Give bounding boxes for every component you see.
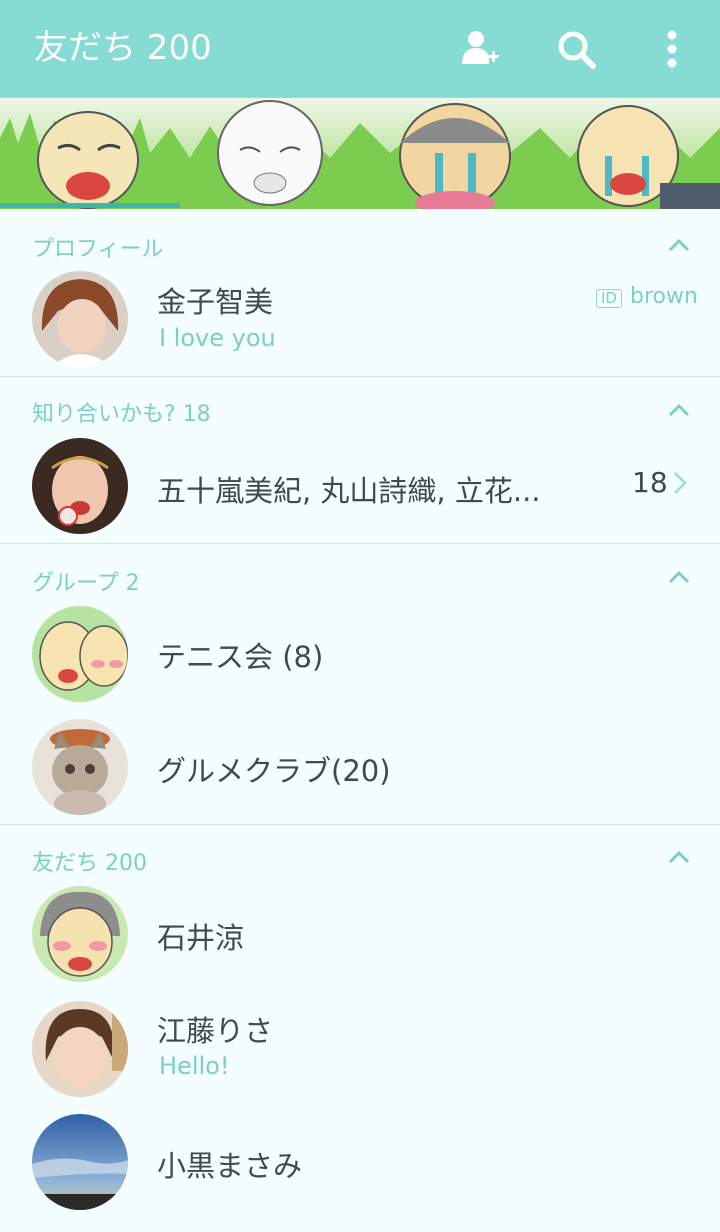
id-badge: ID	[596, 289, 622, 308]
avatar[interactable]	[32, 1001, 128, 1097]
suggested-friends-names[interactable]: 五十嵐美紀, 丸山詩織, 立花...	[157, 468, 541, 510]
avatar[interactable]	[32, 1114, 128, 1210]
suggestion-count: 18	[632, 466, 668, 499]
friend-name[interactable]: 小黒まさみ	[157, 1143, 302, 1185]
section-label-groups: グループ 2	[32, 571, 140, 596]
friend-status: Hello!	[159, 1052, 230, 1080]
divider	[0, 376, 720, 377]
more-vert-icon[interactable]	[650, 28, 694, 72]
divider	[0, 824, 720, 825]
chevron-up-icon[interactable]	[666, 568, 692, 586]
divider	[0, 543, 720, 544]
avatar[interactable]	[32, 886, 128, 982]
friend-name[interactable]: 石井涼	[157, 915, 244, 957]
avatar[interactable]	[32, 719, 128, 815]
section-label-profile: プロフィール	[32, 237, 164, 262]
add-friend-icon[interactable]	[458, 28, 502, 72]
search-icon[interactable]	[555, 28, 599, 72]
chevron-up-icon[interactable]	[666, 401, 692, 419]
group-name[interactable]: グルメクラブ(20)	[157, 748, 391, 790]
chevron-up-icon[interactable]	[666, 848, 692, 866]
section-label-suggestions: 知り合いかも? 18	[32, 402, 211, 427]
avatar[interactable]	[32, 606, 128, 702]
header-title: 友だち 200	[34, 28, 212, 68]
avatar[interactable]	[32, 271, 128, 367]
friend-name[interactable]: 江藤りさ	[157, 1008, 273, 1050]
profile-status: I love you	[159, 324, 276, 352]
group-name[interactable]: テニス会 (8)	[157, 634, 323, 676]
cover-banner	[0, 97, 720, 209]
profile-name: 金子智美	[157, 285, 274, 319]
id-value: brown	[630, 284, 698, 309]
app-header: 友だち 200	[0, 0, 720, 97]
chevron-up-icon[interactable]	[666, 236, 692, 254]
section-label-friends: 友だち 200	[32, 851, 147, 876]
chevron-right-icon[interactable]	[672, 470, 688, 496]
avatar[interactable]	[32, 438, 128, 534]
cover-indicator	[0, 203, 180, 208]
